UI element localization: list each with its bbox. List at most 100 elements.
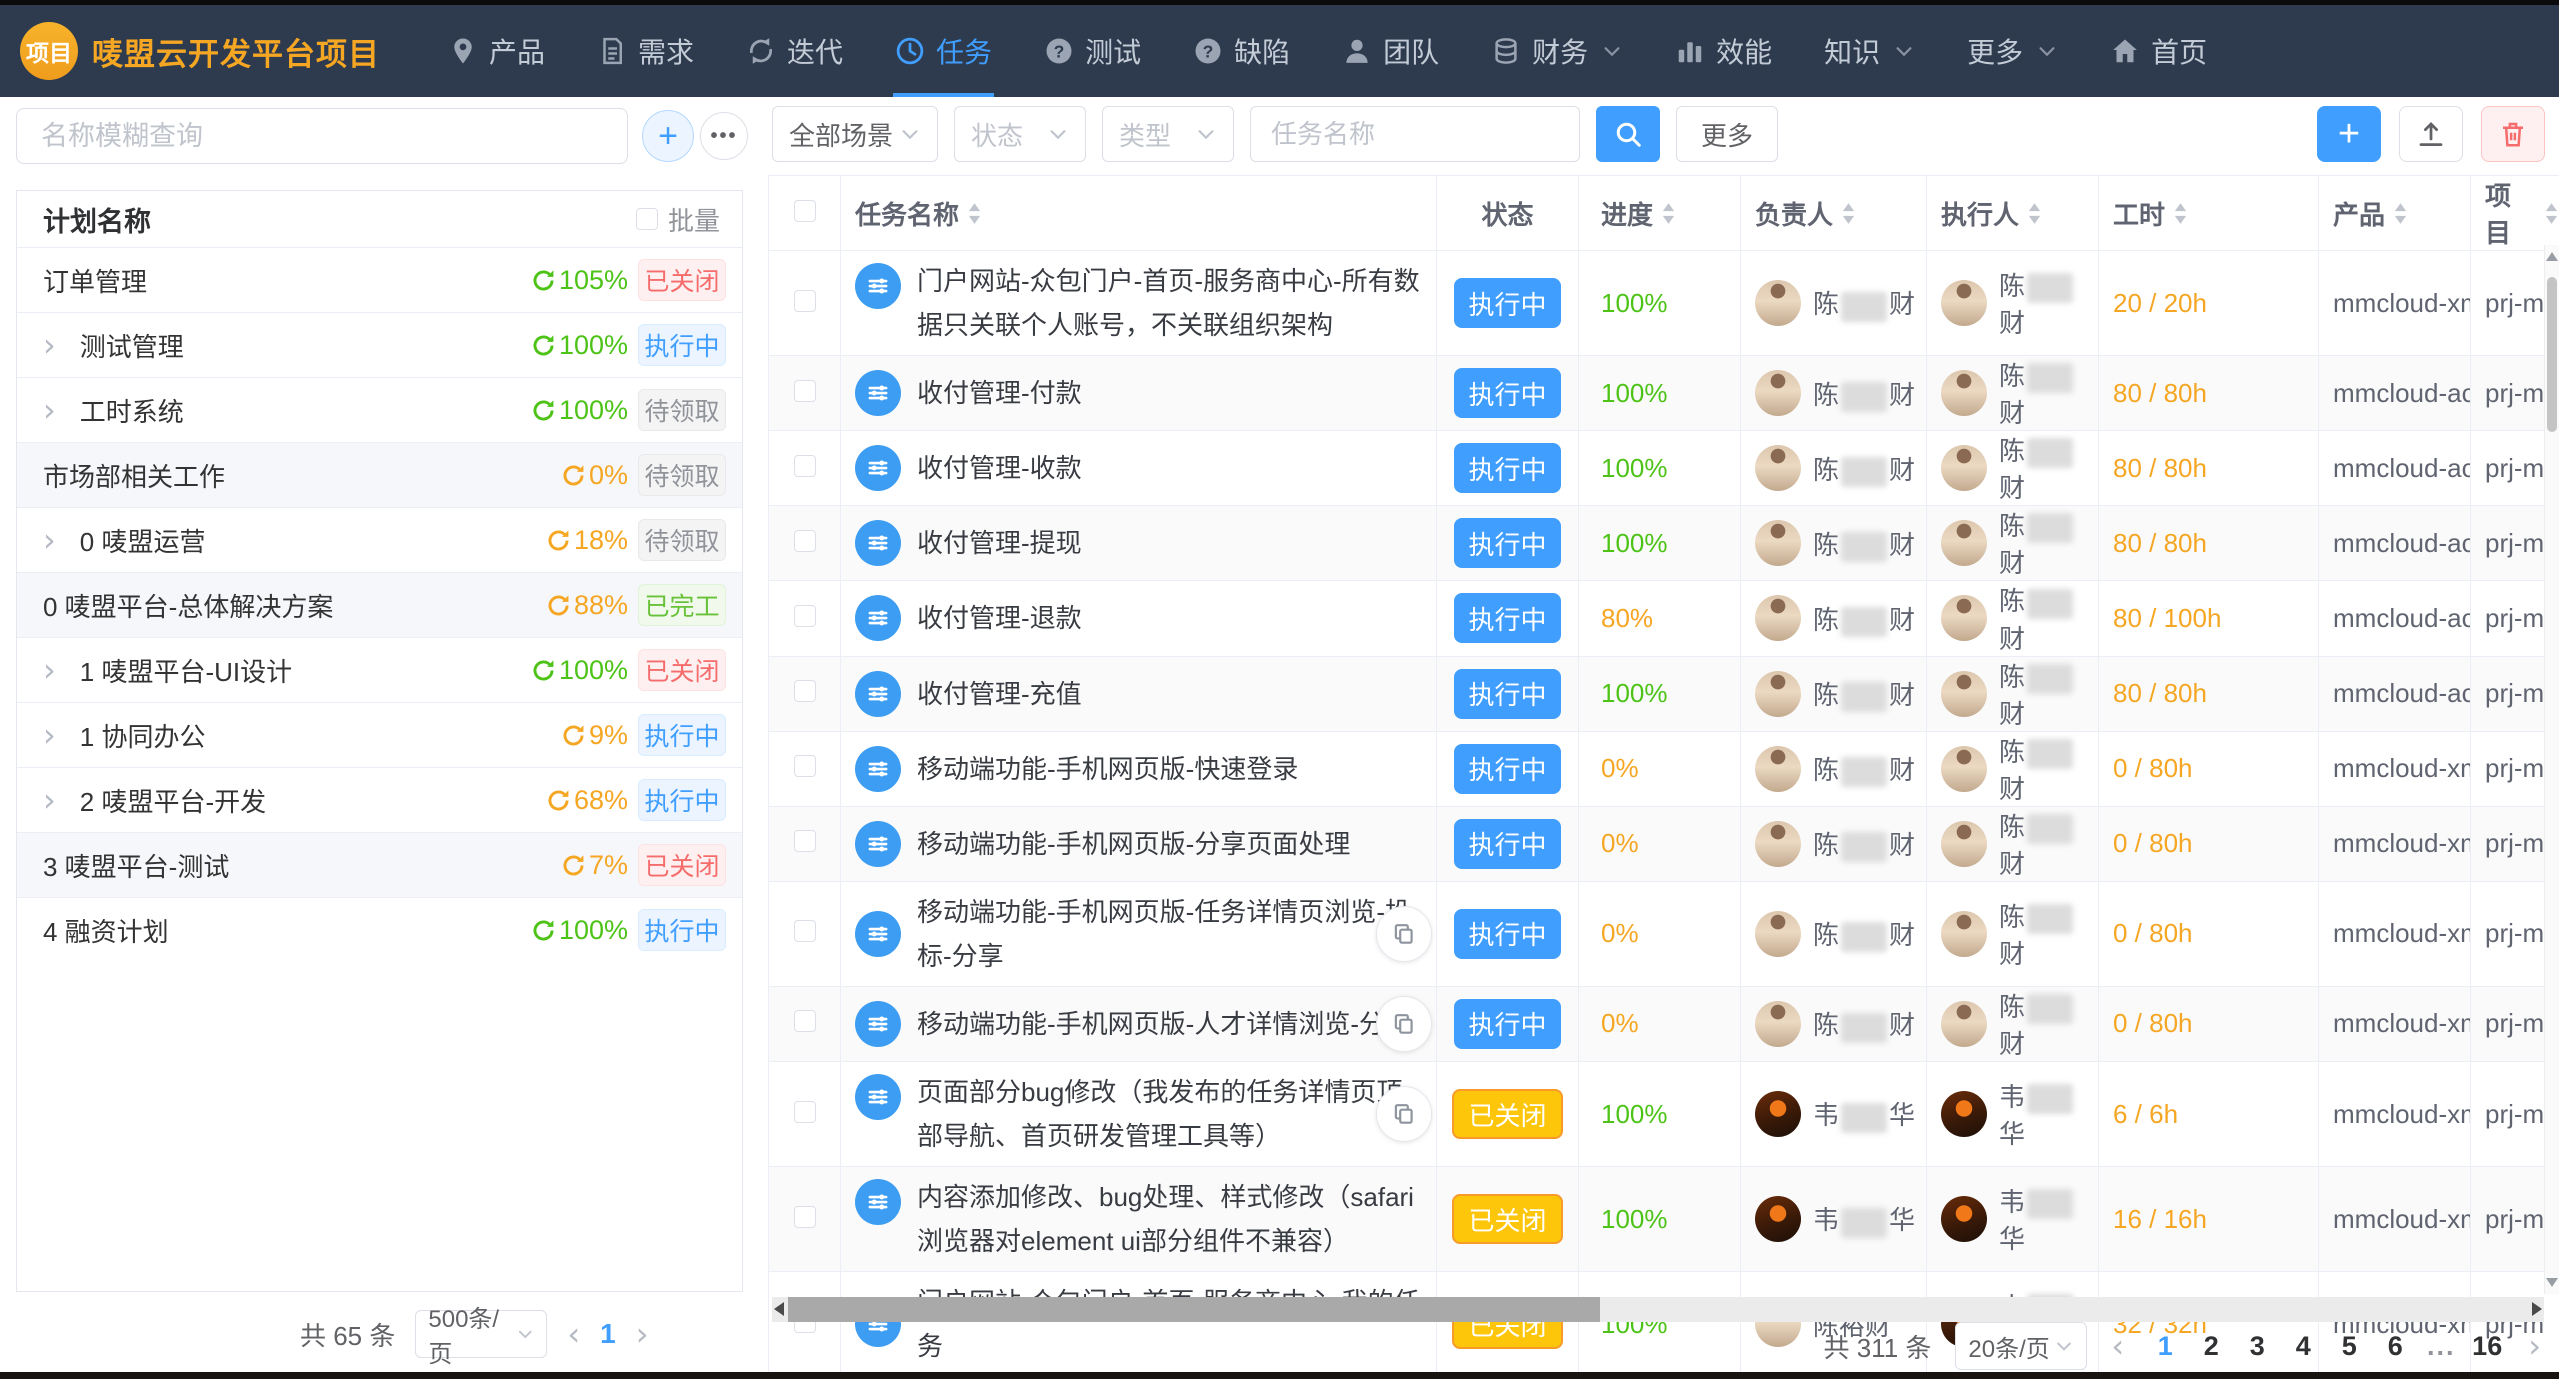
page-number[interactable]: 3 (2240, 1331, 2274, 1362)
row-checkbox[interactable] (794, 290, 816, 312)
row-checkbox[interactable] (794, 1206, 816, 1228)
chevron-right-icon[interactable]: › (43, 719, 56, 751)
chevron-right-icon[interactable]: › (43, 784, 56, 816)
nav-item-team[interactable]: 团队 (1316, 5, 1465, 97)
horizontal-scrollbar[interactable] (772, 1297, 2544, 1322)
sort-icon[interactable] (2173, 201, 2188, 226)
task-row[interactable]: 收付管理-退款 执行中 80% 陈财 陈财 80 / 100h mmcloud-… (769, 581, 2559, 656)
task-row[interactable]: 移动端功能-手机网页版-分享页面处理 执行中 0% 陈财 陈财 0 / 80h … (769, 806, 2559, 881)
vertical-scrollbar-thumb[interactable] (2547, 277, 2557, 432)
scroll-right-arrow[interactable] (2532, 1302, 2542, 1316)
copy-button[interactable] (1376, 906, 1432, 962)
page-number[interactable]: 5 (2332, 1331, 2366, 1362)
plan-row[interactable]: 市场部相关工作0%待领取 (17, 442, 742, 507)
search-button[interactable] (1596, 106, 1660, 162)
nav-item-product[interactable]: 产品 (422, 5, 571, 97)
task-row[interactable]: 页面部分bug修改（我发布的任务详情页顶部导航、首页研发管理工具等） 已关闭 1… (769, 1062, 2559, 1167)
task-prev-page-button[interactable]: ‹ (2111, 1327, 2124, 1365)
sort-icon[interactable] (1661, 201, 1676, 226)
plan-row[interactable]: ›1 协同办公9%执行中 (17, 702, 742, 767)
task-name-input[interactable] (1250, 106, 1580, 162)
nav-item-defects[interactable]: 缺陷 (1167, 5, 1316, 97)
horizontal-scrollbar-thumb[interactable] (788, 1297, 1600, 1322)
row-checkbox[interactable] (794, 455, 816, 477)
nav-item-tasks[interactable]: 任务 (869, 5, 1018, 97)
row-checkbox[interactable] (794, 530, 816, 552)
sort-icon[interactable] (2544, 201, 2559, 226)
nav-item-finance[interactable]: 财务 (1465, 5, 1649, 97)
plan-row[interactable]: ›1 唛盟平台-UI设计100%已关闭 (17, 637, 742, 702)
sort-icon[interactable] (967, 201, 982, 226)
plan-page-number[interactable]: 1 (600, 1318, 616, 1350)
chevron-right-icon[interactable]: › (43, 524, 56, 556)
task-row[interactable]: 收付管理-提现 执行中 100% 陈财 陈财 80 / 80h mmcloud-… (769, 506, 2559, 581)
scene-select[interactable]: 全部场景 (772, 106, 938, 162)
task-row[interactable]: 收付管理-充值 执行中 100% 陈财 陈财 80 / 80h mmcloud-… (769, 656, 2559, 731)
sort-icon[interactable] (2027, 201, 2042, 226)
task-row[interactable]: 移动端功能-手机网页版-任务详情页浏览-投标-分享 执行中 0% 陈财 陈财 0… (769, 881, 2559, 986)
add-task-button[interactable]: + (2317, 106, 2381, 162)
row-checkbox[interactable] (794, 605, 816, 627)
page-number[interactable]: 1 (2148, 1331, 2182, 1362)
plan-row[interactable]: 4 融资计划100%执行中 (17, 897, 742, 962)
task-row[interactable]: 移动端功能-手机网页版-快速登录 执行中 0% 陈财 陈财 0 / 80h mm… (769, 731, 2559, 806)
plan-next-page-button[interactable]: › (636, 1315, 649, 1353)
plan-more-button[interactable]: ••• (700, 112, 748, 160)
plan-row[interactable]: 3 唛盟平台-测试7%已关闭 (17, 832, 742, 897)
page-number[interactable]: 2 (2194, 1331, 2228, 1362)
plan-row[interactable]: ›工时系统100%待领取 (17, 377, 742, 442)
plan-page-size-select[interactable]: 500条/页 (415, 1310, 547, 1358)
nav-item-testing[interactable]: 测试 (1018, 5, 1167, 97)
page-ellipsis[interactable]: ... (2424, 1331, 2458, 1362)
plan-search-input[interactable] (16, 108, 628, 164)
more-filters-button[interactable]: 更多 (1676, 106, 1778, 162)
nav-item-iteration[interactable]: 迭代 (720, 5, 869, 97)
vertical-scrollbar[interactable] (2544, 245, 2559, 1294)
row-checkbox[interactable] (794, 380, 816, 402)
plan-row[interactable]: ›2 唛盟平台-开发68%执行中 (17, 767, 742, 832)
row-checkbox[interactable] (794, 1101, 816, 1123)
nav-item-requirements[interactable]: 需求 (571, 5, 720, 97)
delete-button[interactable] (2481, 106, 2545, 162)
plan-row[interactable]: 订单管理105%已关闭 (17, 247, 742, 312)
plan-row[interactable]: ›0 唛盟运营18%待领取 (17, 507, 742, 572)
chevron-right-icon[interactable]: › (43, 654, 56, 686)
add-plan-button[interactable]: + (642, 110, 694, 162)
page-number[interactable]: 6 (2378, 1331, 2412, 1362)
copy-button[interactable] (1376, 996, 1432, 1052)
task-page-size-select[interactable]: 20条/页 (1955, 1322, 2087, 1370)
nav-item-knowledge[interactable]: 知识 (1798, 5, 1941, 97)
chevron-right-icon[interactable]: › (43, 394, 56, 426)
task-row[interactable]: 收付管理-收款 执行中 100% 陈财 陈财 80 / 80h mmcloud-… (769, 431, 2559, 506)
task-row[interactable]: 移动端功能-手机网页版-人才详情浏览-分享 执行中 0% 陈财 陈财 0 / 8… (769, 986, 2559, 1061)
type-select[interactable]: 类型 (1102, 106, 1234, 162)
scroll-left-arrow[interactable] (774, 1302, 784, 1316)
status-select[interactable]: 状态 (954, 106, 1086, 162)
plan-prev-page-button[interactable]: ‹ (567, 1315, 580, 1353)
select-all-checkbox[interactable] (794, 200, 816, 222)
row-checkbox[interactable] (794, 920, 816, 942)
sort-icon[interactable] (1841, 201, 1856, 226)
row-checkbox[interactable] (794, 830, 816, 852)
task-row[interactable]: 收付管理-付款 执行中 100% 陈财 陈财 80 / 80h mmcloud-… (769, 356, 2559, 431)
plan-row[interactable]: 0 唛盟平台-总体解决方案88%已完工 (17, 572, 742, 637)
chevron-right-icon[interactable]: › (43, 329, 56, 361)
nav-item-more[interactable]: 更多 (1941, 5, 2084, 97)
plan-row[interactable]: ›测试管理100%执行中 (17, 312, 742, 377)
export-button[interactable] (2399, 106, 2463, 162)
row-checkbox[interactable] (794, 680, 816, 702)
scroll-down-arrow[interactable] (2546, 1278, 2558, 1287)
batch-checkbox[interactable] (636, 208, 658, 230)
page-number[interactable]: 4 (2286, 1331, 2320, 1362)
copy-button[interactable] (1376, 1086, 1432, 1142)
task-next-page-button[interactable]: › (2528, 1327, 2541, 1365)
page-number[interactable]: 16 (2470, 1331, 2504, 1362)
scroll-up-arrow[interactable] (2546, 252, 2558, 261)
task-row[interactable]: 门户网站-众包门户-首页-服务商中心-所有数据只关联个人账号，不关联组织架构 执… (769, 251, 2559, 356)
task-row[interactable]: 内容添加修改、bug处理、样式修改（safari浏览器对element ui部分… (769, 1167, 2559, 1272)
nav-item-performance[interactable]: 效能 (1649, 5, 1798, 97)
nav-item-home[interactable]: 首页 (2084, 5, 2233, 97)
row-checkbox[interactable] (794, 755, 816, 777)
sort-icon[interactable] (2393, 201, 2408, 226)
row-checkbox[interactable] (794, 1010, 816, 1032)
